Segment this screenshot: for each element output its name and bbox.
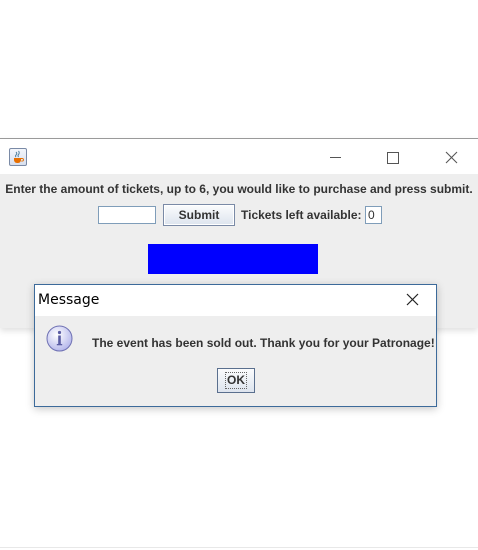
dialog-message: The event has been sold out. Thank you f…: [92, 336, 435, 350]
message-dialog: Message The event has been sold out. Tha…: [34, 284, 437, 407]
ticket-quantity-input[interactable]: [98, 206, 156, 224]
submit-button[interactable]: Submit: [163, 204, 235, 226]
dialog-titlebar[interactable]: Message: [35, 285, 436, 316]
maximize-button[interactable]: [364, 139, 422, 174]
minimize-icon: [330, 157, 341, 158]
java-cup-icon: [9, 148, 27, 166]
dialog-close-button[interactable]: [390, 285, 436, 316]
desktop: Enter the amount of tickets, up to 6, yo…: [0, 0, 478, 550]
close-icon: [406, 293, 419, 306]
tickets-left-label: Tickets left available:: [241, 208, 362, 222]
maximize-icon: [387, 152, 399, 164]
dialog-title: Message: [38, 292, 100, 308]
blue-panel: [148, 244, 318, 274]
minimize-button[interactable]: [306, 139, 364, 174]
close-button[interactable]: [422, 139, 478, 174]
ok-button-label: OK: [225, 372, 247, 389]
info-icon: [46, 325, 73, 352]
tickets-left-field: 0: [365, 206, 382, 224]
ok-button[interactable]: OK: [217, 368, 255, 393]
instructions-label: Enter the amount of tickets, up to 6, yo…: [5, 182, 473, 196]
main-titlebar[interactable]: [0, 139, 478, 174]
close-icon: [445, 151, 458, 164]
divider: [0, 547, 478, 548]
